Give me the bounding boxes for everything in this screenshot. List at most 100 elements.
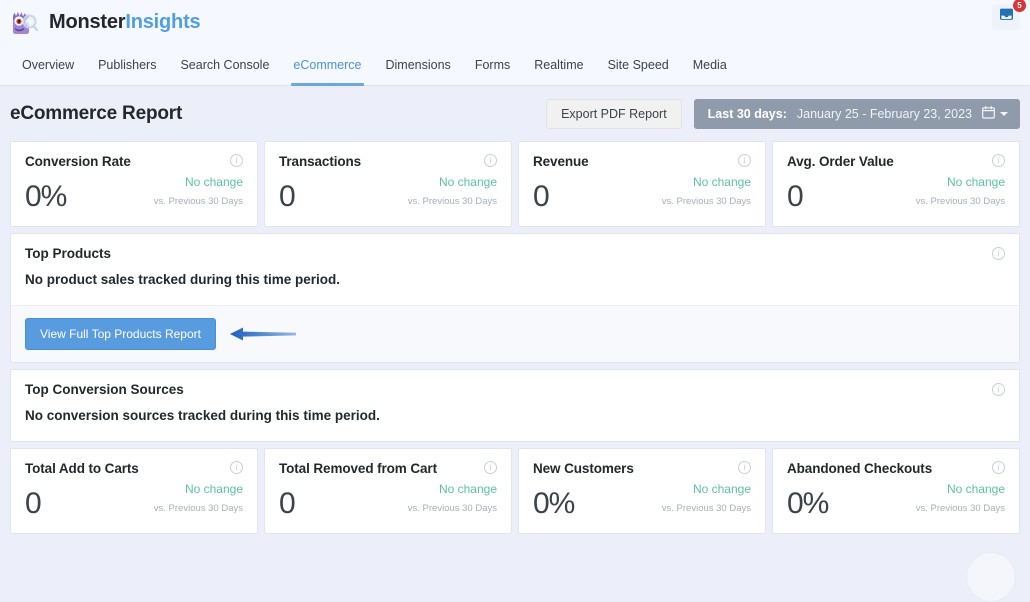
stat-card-body: 0 No change vs. Previous 30 Days — [533, 173, 751, 212]
stat-card-body: 0 No change vs. Previous 30 Days — [279, 173, 497, 212]
stat-title: Avg. Order Value — [787, 154, 894, 169]
info-icon[interactable]: i — [484, 461, 497, 474]
stat-delta-main: No change — [947, 482, 1005, 496]
export-pdf-report-button[interactable]: Export PDF Report — [546, 99, 682, 129]
info-icon[interactable]: i — [992, 461, 1005, 474]
empty-state-message: No product sales tracked during this tim… — [25, 272, 1005, 287]
stat-delta: No change vs. Previous 30 Days — [662, 480, 751, 519]
inbox-button[interactable]: 5 — [992, 4, 1020, 30]
stat-card-header: New Customers i — [533, 461, 751, 476]
stat-value: 0% — [787, 488, 828, 520]
stat-delta-sub: vs. Previous 30 Days — [916, 196, 1005, 207]
stat-delta-main: No change — [439, 175, 497, 189]
app-topbar: MonsterInsights 5 — [0, 0, 1030, 45]
stat-delta: No change vs. Previous 30 Days — [408, 173, 497, 212]
stat-card-conversion-rate: Conversion Rate i 0% No change vs. Previ… — [10, 141, 258, 227]
stat-delta-main: No change — [693, 175, 751, 189]
panel-top-products: Top Products i No product sales tracked … — [10, 233, 1020, 363]
stat-delta-main: No change — [693, 482, 751, 496]
stat-value: 0 — [279, 488, 295, 520]
stat-title: Conversion Rate — [25, 154, 131, 169]
panel-title: Top Products — [25, 246, 111, 261]
panel-title: Top Conversion Sources — [25, 382, 184, 397]
nav-tab-dimensions[interactable]: Dimensions — [374, 45, 463, 85]
info-icon[interactable]: i — [484, 154, 497, 167]
stat-card-header: Avg. Order Value i — [787, 154, 1005, 169]
stat-title: Transactions — [279, 154, 361, 169]
brand-name-first: Monster — [49, 11, 125, 33]
brand-name: MonsterInsights — [49, 11, 200, 34]
stat-delta: No change vs. Previous 30 Days — [662, 173, 751, 212]
nav-tab-publishers[interactable]: Publishers — [86, 45, 168, 85]
stat-value: 0 — [533, 181, 549, 213]
brand: MonsterInsights — [8, 7, 200, 39]
page-title: eCommerce Report — [10, 103, 182, 125]
stat-value: 0% — [533, 488, 574, 520]
stat-card-avg-order-value: Avg. Order Value i 0 No change vs. Previ… — [772, 141, 1020, 227]
date-range-value: January 25 - February 23, 2023 — [797, 107, 972, 121]
stats-row-top: Conversion Rate i 0% No change vs. Previ… — [0, 141, 1030, 227]
stat-title: Total Removed from Cart — [279, 461, 437, 476]
nav-tab-overview[interactable]: Overview — [10, 45, 86, 85]
header-actions: Export PDF Report Last 30 days: January … — [546, 99, 1020, 129]
brand-name-second: Insights — [125, 11, 200, 33]
stat-card-body: 0% No change vs. Previous 30 Days — [25, 173, 243, 212]
stat-delta: No change vs. Previous 30 Days — [408, 480, 497, 519]
stat-value: 0 — [787, 181, 803, 213]
stat-delta: No change vs. Previous 30 Days — [154, 480, 243, 519]
stat-card-body: 0% No change vs. Previous 30 Days — [533, 480, 751, 519]
stat-card-total-removed-from-cart: Total Removed from Cart i 0 No change vs… — [264, 448, 512, 534]
info-icon[interactable]: i — [992, 247, 1005, 260]
left-arrow-annotation-icon — [230, 326, 296, 342]
stat-title: New Customers — [533, 461, 634, 476]
stats-row-bottom: Total Add to Carts i 0 No change vs. Pre… — [0, 448, 1030, 534]
info-icon[interactable]: i — [992, 154, 1005, 167]
panel-top-conversion-sources: Top Conversion Sources i No conversion s… — [10, 369, 1020, 442]
stat-delta-main: No change — [439, 482, 497, 496]
stat-delta-sub: vs. Previous 30 Days — [662, 503, 751, 514]
stat-title: Abandoned Checkouts — [787, 461, 932, 476]
stat-card-header: Conversion Rate i — [25, 154, 243, 169]
stat-card-total-add-to-carts: Total Add to Carts i 0 No change vs. Pre… — [10, 448, 258, 534]
panel-footer: View Full Top Products Report — [11, 305, 1019, 362]
stat-delta-sub: vs. Previous 30 Days — [916, 503, 1005, 514]
stat-value: 0 — [279, 181, 295, 213]
stat-delta: No change vs. Previous 30 Days — [916, 480, 1005, 519]
stat-card-body: 0 No change vs. Previous 30 Days — [279, 480, 497, 519]
info-icon[interactable]: i — [230, 154, 243, 167]
stat-delta-sub: vs. Previous 30 Days — [154, 196, 243, 207]
stat-card-header: Transactions i — [279, 154, 497, 169]
stat-title: Revenue — [533, 154, 589, 169]
stat-delta-sub: vs. Previous 30 Days — [154, 503, 243, 514]
nav-tab-media[interactable]: Media — [681, 45, 739, 85]
info-icon[interactable]: i — [230, 461, 243, 474]
stat-card-header: Total Removed from Cart i — [279, 461, 497, 476]
nav-tab-ecommerce[interactable]: eCommerce — [281, 45, 373, 85]
nav-tab-site-speed[interactable]: Site Speed — [596, 45, 681, 85]
date-range-picker[interactable]: Last 30 days: January 25 - February 23, … — [694, 99, 1020, 129]
info-icon[interactable]: i — [738, 154, 751, 167]
stat-card-body: 0% No change vs. Previous 30 Days — [787, 480, 1005, 519]
stat-value: 0 — [25, 488, 41, 520]
stat-delta-main: No change — [185, 175, 243, 189]
inbox-icon — [998, 7, 1015, 27]
empty-state-message: No conversion sources tracked during thi… — [25, 408, 1005, 423]
stat-delta-main: No change — [185, 482, 243, 496]
stat-delta: No change vs. Previous 30 Days — [154, 173, 243, 212]
stat-card-header: Total Add to Carts i — [25, 461, 243, 476]
stat-delta-main: No change — [947, 175, 1005, 189]
info-icon[interactable]: i — [992, 383, 1005, 396]
stat-delta-sub: vs. Previous 30 Days — [408, 196, 497, 207]
nav-tab-search-console[interactable]: Search Console — [168, 45, 281, 85]
chevron-down-icon — [1000, 112, 1008, 116]
stat-delta-sub: vs. Previous 30 Days — [408, 503, 497, 514]
stat-card-body: 0 No change vs. Previous 30 Days — [25, 480, 243, 519]
help-bubble[interactable] — [966, 552, 1016, 602]
calendar-icon — [982, 106, 995, 122]
stat-card-body: 0 No change vs. Previous 30 Days — [787, 173, 1005, 212]
nav-tab-realtime[interactable]: Realtime — [522, 45, 595, 85]
nav-tab-forms[interactable]: Forms — [463, 45, 522, 85]
monster-mascot-icon — [8, 7, 40, 39]
info-icon[interactable]: i — [738, 461, 751, 474]
view-full-top-products-report-button[interactable]: View Full Top Products Report — [25, 318, 216, 350]
